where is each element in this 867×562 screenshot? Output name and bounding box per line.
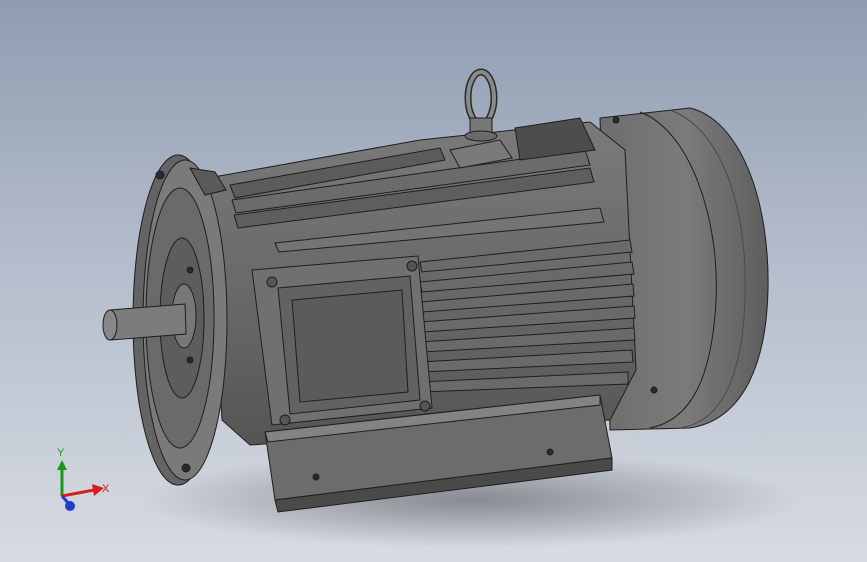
x-axis-label: X (102, 483, 110, 495)
output-shaft (102, 303, 187, 341)
3d-viewport[interactable]: Y X (0, 0, 867, 562)
terminal-box (251, 255, 433, 426)
axis-triad[interactable]: Y X (44, 440, 124, 520)
motor-model[interactable] (0, 0, 867, 562)
z-axis-arrow (60, 495, 71, 505)
y-axis-label: Y (57, 447, 65, 459)
y-axis-arrowhead (57, 460, 67, 470)
lifting-eye (449, 68, 513, 169)
x-axis-arrow (61, 488, 95, 498)
